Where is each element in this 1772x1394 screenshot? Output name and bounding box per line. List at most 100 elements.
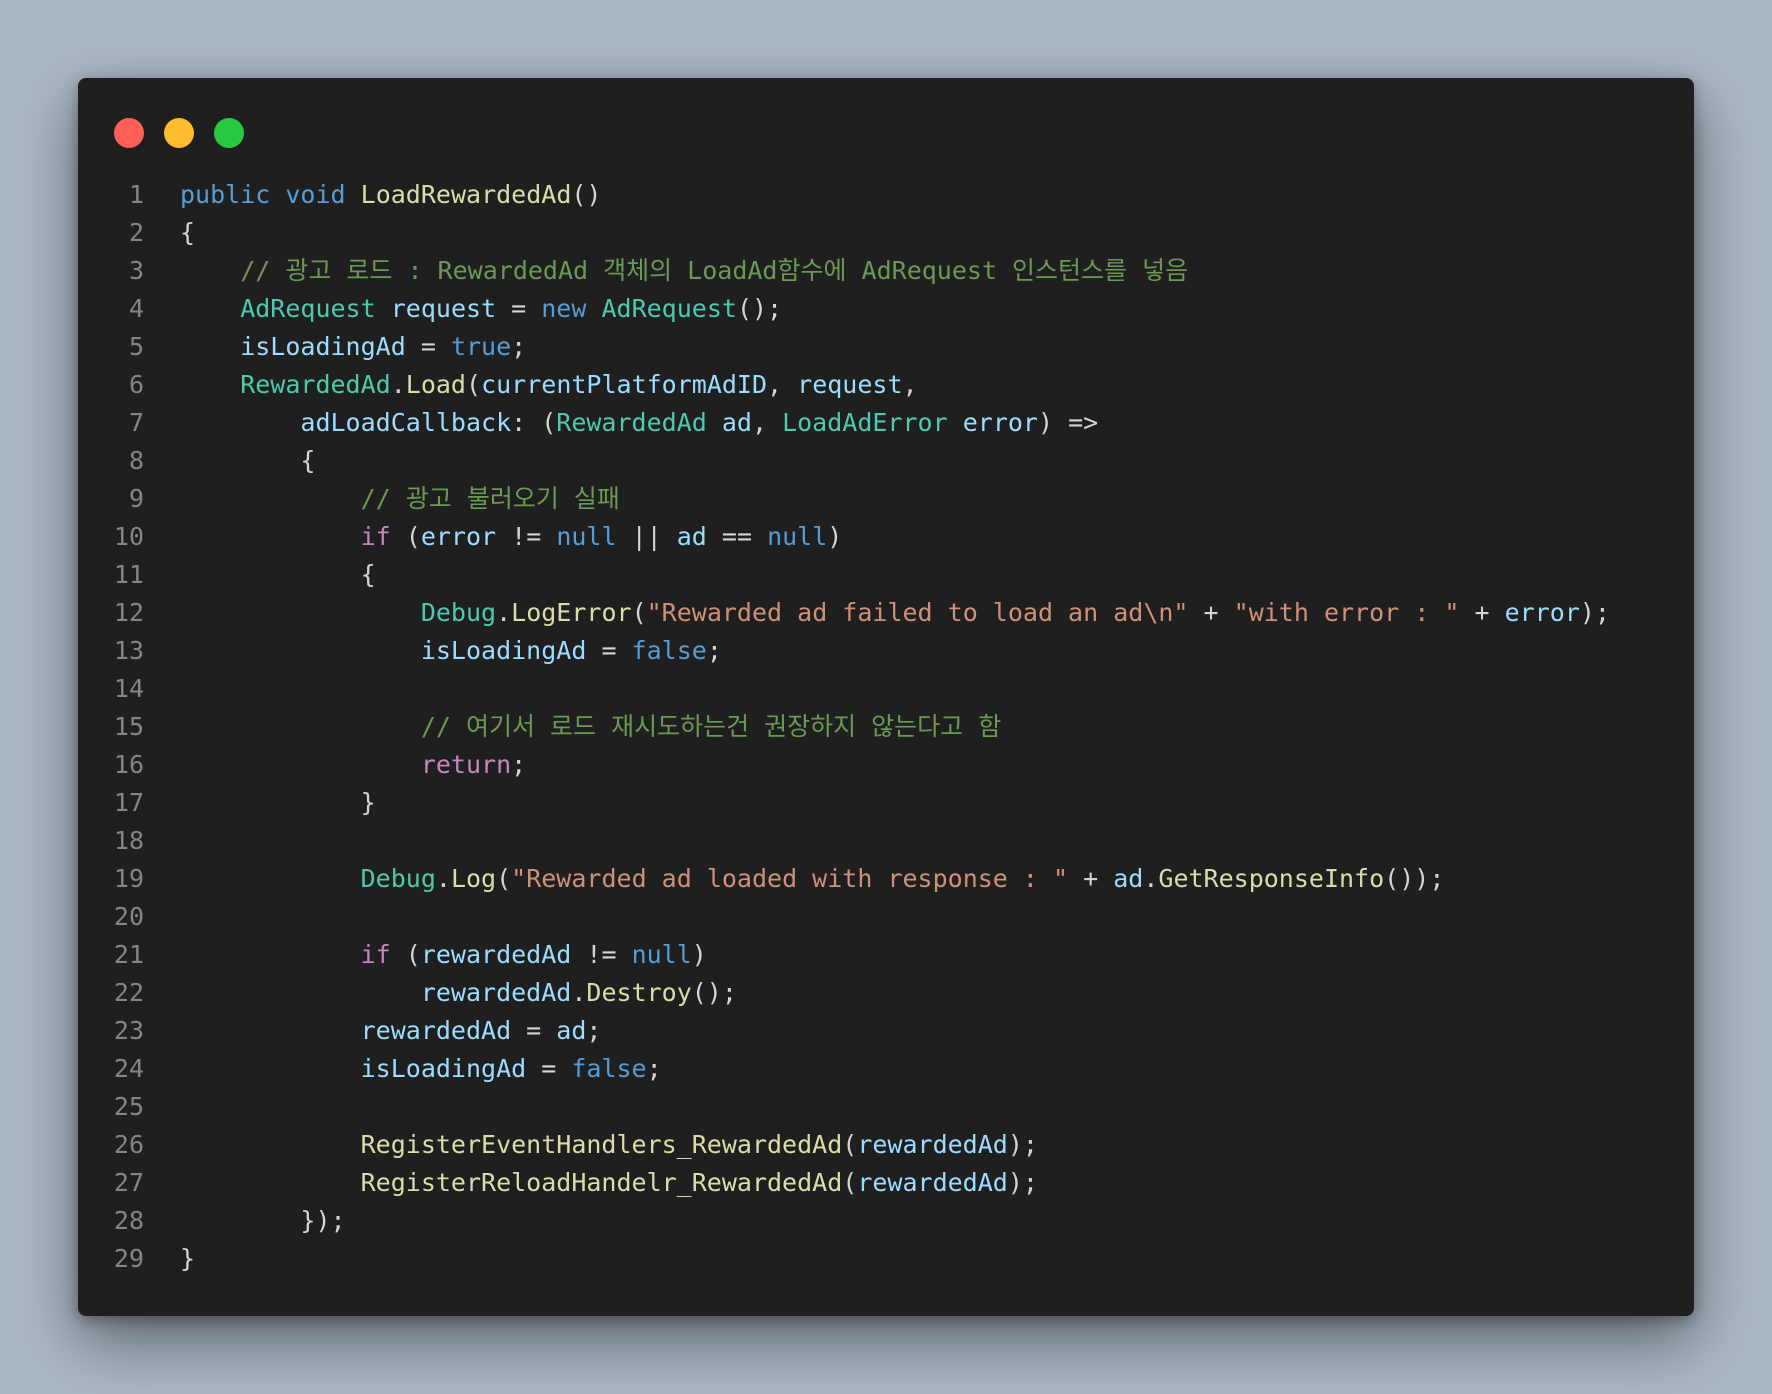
code-text: { (180, 556, 376, 594)
code-line: 15 // 여기서 로드 재시도하는건 권장하지 않는다고 함 (78, 708, 1694, 746)
code-token: : ( (511, 408, 557, 437)
code-token: ()); (1384, 864, 1445, 893)
line-number: 18 (113, 826, 144, 855)
code-token: . (1143, 864, 1159, 893)
code-token: = (526, 1054, 572, 1083)
window-controls (114, 118, 244, 148)
code-line: 23 rewardedAd = ad; (78, 1012, 1694, 1050)
code-token: adLoadCallback (300, 408, 512, 437)
minimize-button[interactable] (164, 118, 194, 148)
code-line: 4 AdRequest request = new AdRequest(); (78, 290, 1694, 328)
code-token: ; (511, 750, 527, 779)
code-token: Debug (360, 864, 436, 893)
code-line: 3 // 광고 로드 : RewardedAd 객체의 LoadAd함수에 AdR… (78, 252, 1694, 290)
line-number: 13 (113, 636, 144, 665)
code-area[interactable]: 1 public void LoadRewardedAd() 2{3// 광고 로드… (78, 176, 1694, 1278)
code-token: // 여기서 로드 재시도하는건 권장하지 않는다고 함 (420, 712, 1002, 741)
code-line: 12 Debug.LogError("Rewarded ad failed to … (78, 594, 1694, 632)
code-line: 7 adLoadCallback: (RewardedAd ad, LoadAdE… (78, 404, 1694, 442)
code-token: { (300, 446, 316, 475)
code-token: LogError (511, 598, 632, 627)
code-token: ; (706, 636, 722, 665)
line-number: 21 (113, 940, 144, 969)
code-token: currentPlatformAdID (481, 370, 768, 399)
code-token: . (496, 598, 512, 627)
line-number: 1 (128, 180, 144, 209)
code-token: null (767, 522, 828, 551)
code-text: Debug.Log("Rewarded ad loaded with respo… (180, 860, 1445, 898)
code-line: 21 if (rewardedAd != null) (78, 936, 1694, 974)
code-token: ( (390, 940, 421, 969)
code-line: 14 (78, 670, 1694, 708)
code-token: "Rewarded ad loaded with response : " (511, 864, 1069, 893)
code-line: 5 isLoadingAd = true; (78, 328, 1694, 366)
code-token: != (571, 940, 632, 969)
code-token: = (496, 294, 542, 323)
code-token: rewardedAd (360, 1016, 512, 1045)
code-token: if (360, 522, 391, 551)
code-token: ad (721, 408, 752, 437)
code-token: ( (496, 864, 512, 893)
code-text: { (180, 214, 195, 252)
code-token: rewardedAd (420, 978, 572, 1007)
code-text: if (error != null || ad == null) (180, 518, 843, 556)
code-token: isLoadingAd (420, 636, 587, 665)
code-token: ad (556, 1016, 587, 1045)
code-token: false (571, 1054, 647, 1083)
code-text: // 광고 불러오기 실패 (180, 480, 620, 518)
code-text: isLoadingAd = true; (180, 328, 526, 366)
code-token: (); (736, 294, 783, 323)
code-token: , (902, 370, 918, 399)
code-token: Load (405, 370, 466, 399)
line-number: 15 (113, 712, 144, 741)
code-token: ; (646, 1054, 662, 1083)
code-token: ( (390, 522, 421, 551)
code-token: null (556, 522, 617, 551)
code-text: RegisterEventHandlers_RewardedAd(rewarde… (180, 1126, 1038, 1164)
code-token: + (1188, 598, 1234, 627)
line-number: 17 (113, 788, 144, 817)
code-token: public (180, 180, 271, 209)
line-number: 23 (113, 1016, 144, 1045)
code-token: + (1068, 864, 1114, 893)
close-button[interactable] (114, 118, 144, 148)
code-token: = (405, 332, 451, 361)
line-number: 25 (113, 1092, 144, 1121)
code-token: . (435, 864, 451, 893)
line-number: 10 (113, 522, 144, 551)
code-token: "Rewarded ad failed to load an ad\n" (646, 598, 1189, 627)
code-token: ); (1007, 1168, 1038, 1197)
code-token: isLoadingAd (240, 332, 406, 361)
code-line: 17} (78, 784, 1694, 822)
line-number: 7 (128, 408, 144, 437)
code-token: RegisterEventHandlers_RewardedAd (360, 1130, 843, 1159)
code-token: . (571, 978, 587, 1007)
line-number: 2 (128, 218, 144, 247)
code-token: { (180, 218, 196, 247)
code-token: true (450, 332, 512, 361)
code-token: == (706, 522, 768, 551)
code-token: , (767, 370, 798, 399)
zoom-button[interactable] (214, 118, 244, 148)
line-number: 22 (113, 978, 144, 1007)
code-token: return (420, 750, 512, 779)
code-token: ) (691, 940, 707, 969)
code-token: ) (827, 522, 843, 551)
code-token: ); (1007, 1130, 1038, 1159)
code-token: error (420, 522, 497, 551)
line-number: 3 (128, 256, 144, 285)
code-token: ( (631, 598, 647, 627)
line-number: 14 (113, 674, 144, 703)
line-number: 11 (113, 560, 144, 589)
code-text: if (rewardedAd != null) (180, 936, 707, 974)
code-text: } (180, 784, 376, 822)
code-token: rewardedAd (857, 1130, 1008, 1159)
code-text: } (180, 1240, 195, 1278)
code-token: rewardedAd (857, 1168, 1008, 1197)
line-number: 5 (128, 332, 144, 361)
line-number: 12 (113, 598, 144, 627)
code-text: isLoadingAd = false; (180, 1050, 662, 1088)
code-text: AdRequest request = new AdRequest(); (180, 290, 782, 328)
